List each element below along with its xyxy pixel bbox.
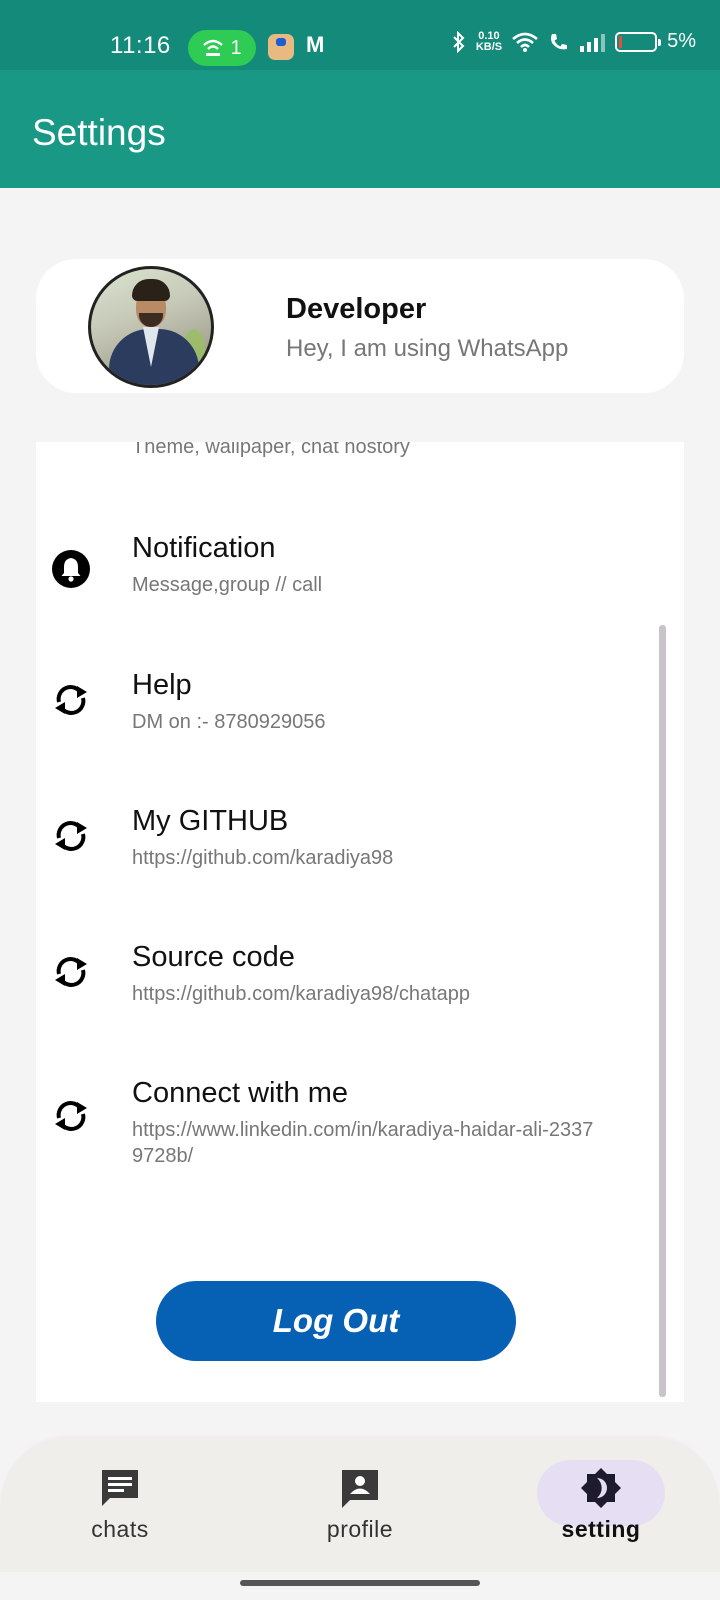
list-item-notification[interactable]: Notification Message,group // call [36, 532, 636, 612]
nav-label: setting [561, 1516, 641, 1542]
item-title: My GITHUB [132, 805, 289, 837]
nav-label: profile [326, 1516, 394, 1542]
wifi-icon [512, 32, 538, 52]
chat-bubble-icon [98, 1466, 142, 1510]
item-subtitle: https://github.com/karadiya98/chatapp [132, 983, 470, 1005]
signal-icon [580, 32, 606, 52]
chat-icon [50, 442, 92, 468]
item-title: Source code [132, 941, 295, 973]
hotspot-count: 1 [230, 36, 242, 59]
page-title: Settings [32, 112, 166, 153]
sync-icon [50, 951, 92, 993]
item-subtitle: https://www.linkedin.com/in/karadiya-hai… [132, 1119, 594, 1167]
nav-item-setting[interactable]: setting [531, 1466, 671, 1543]
item-subtitle: Theme, wallpaper, chat hostory [132, 442, 410, 458]
bluetooth-icon [453, 30, 465, 53]
item-title: Connect with me [132, 1077, 348, 1109]
sync-icon [50, 815, 92, 857]
item-title: Notification [132, 532, 276, 564]
shopping-app-icon [268, 34, 294, 60]
avatar[interactable] [88, 266, 214, 388]
nav-label: chats [91, 1516, 149, 1542]
home-indicator[interactable] [240, 1580, 480, 1586]
sync-icon [50, 1095, 92, 1137]
list-item-chats[interactable]: Theme, wallpaper, chat hostory [36, 442, 636, 506]
hotspot-badge: 1 [188, 30, 256, 66]
settings-list[interactable]: Theme, wallpaper, chat hostory Notificat… [36, 442, 684, 1402]
app-bar: Settings [0, 70, 720, 188]
scrollbar[interactable] [659, 625, 666, 1397]
item-subtitle: Message,group // call [132, 574, 323, 596]
profile-status: Hey, I am using WhatsApp [286, 335, 569, 362]
list-item-source-code[interactable]: Source code https://github.com/karadiya9… [36, 941, 636, 1021]
battery-percent: 5% [667, 30, 696, 52]
sync-icon [50, 679, 92, 721]
item-subtitle: DM on :- 8780929056 [132, 711, 326, 733]
wifi-call-icon [551, 33, 568, 49]
profile-card[interactable]: Developer Hey, I am using WhatsApp [36, 259, 684, 393]
nav-item-chats[interactable]: chats [50, 1466, 190, 1543]
logout-button[interactable]: Log Out [156, 1281, 516, 1361]
profile-name: Developer [286, 293, 427, 325]
bell-icon [50, 548, 92, 590]
list-item-connect[interactable]: Connect with me https://www.linkedin.com… [36, 1077, 636, 1187]
profile-icon [338, 1466, 382, 1510]
gmail-icon: M [306, 32, 325, 57]
item-title: Help [132, 669, 192, 701]
nav-item-profile[interactable]: profile [290, 1466, 430, 1543]
list-item-github[interactable]: My GITHUB https://github.com/karadiya98 [36, 805, 636, 885]
status-bar: 11:16 1 M 0.10 KB/S 5% [0, 0, 720, 70]
brightness-icon [579, 1466, 623, 1510]
network-speed: 0.10 KB/S [475, 29, 503, 53]
list-item-help[interactable]: Help DM on :- 8780929056 [36, 669, 636, 749]
wifi-hotspot-icon [203, 39, 224, 56]
status-time: 11:16 [110, 32, 171, 59]
item-subtitle: https://github.com/karadiya98 [132, 847, 394, 869]
battery-icon [615, 31, 662, 52]
